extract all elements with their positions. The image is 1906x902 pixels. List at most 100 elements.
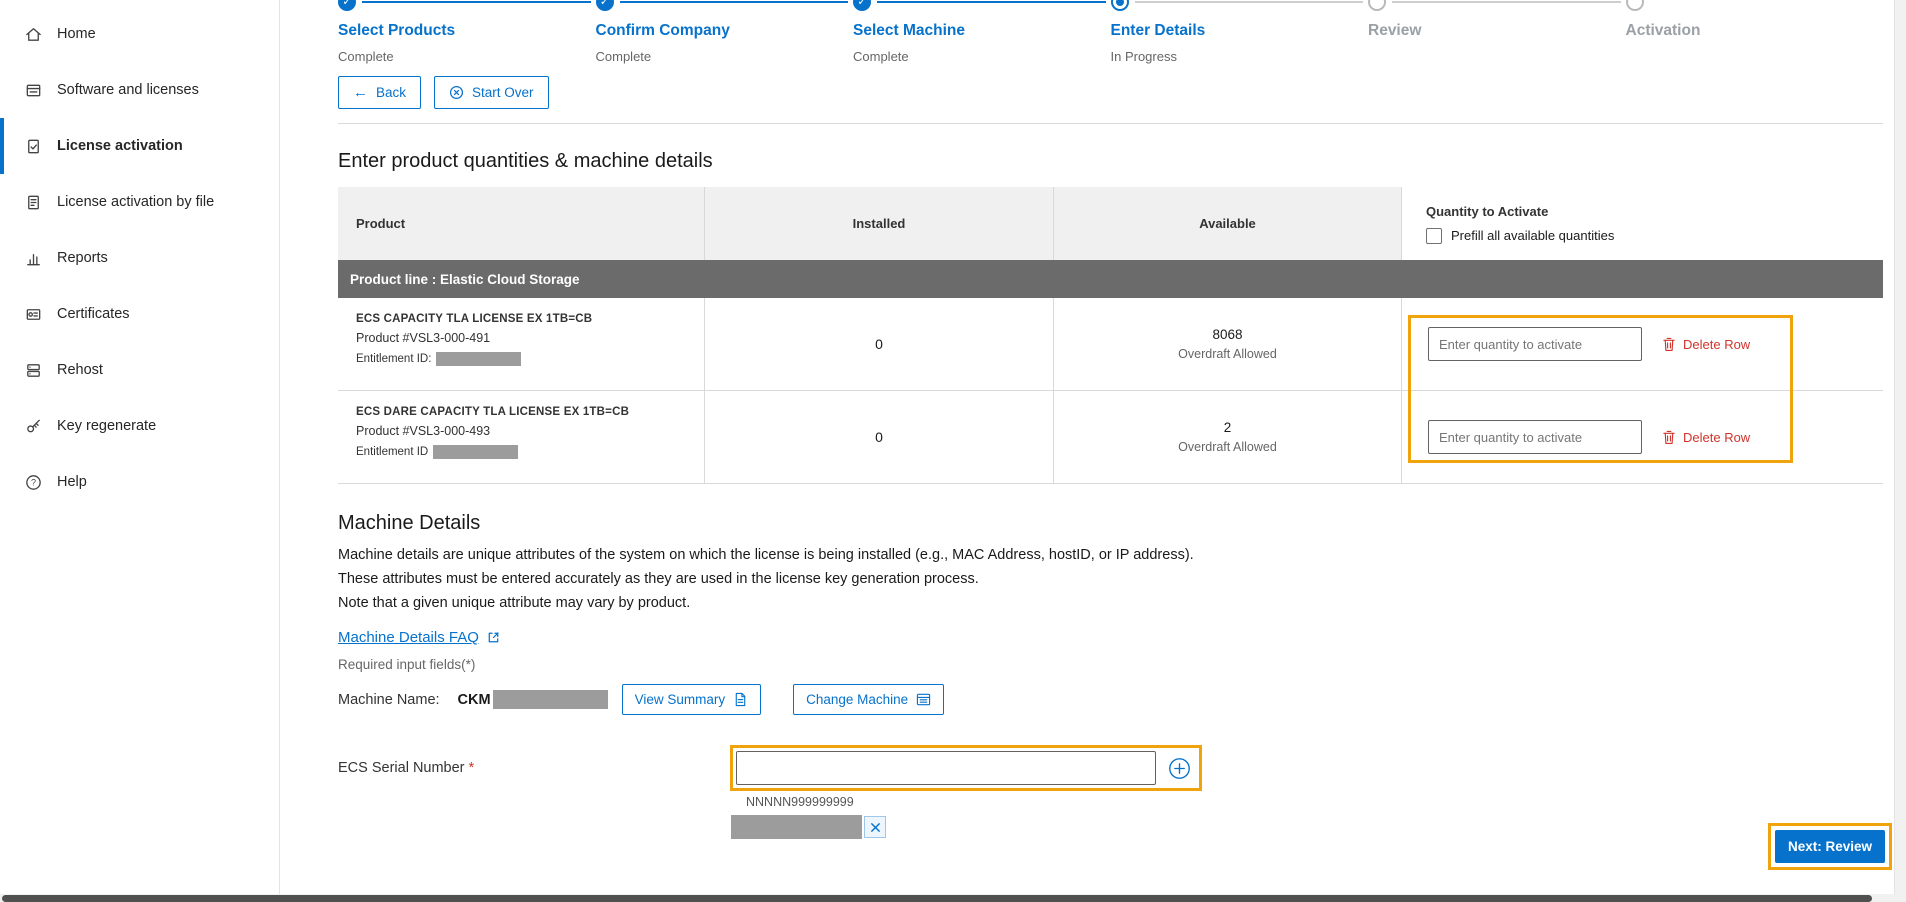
step-connector [620, 1, 849, 3]
serial-number-label: ECS Serial Number * [338, 760, 730, 776]
quantity-cell: Delete Row [1402, 298, 1883, 390]
remove-serial-button[interactable] [864, 816, 886, 838]
product-cell: ECS CAPACITY TLA LICENSE EX 1TB=CB Produ… [338, 298, 705, 390]
required-asterisk: * [469, 760, 475, 776]
back-button[interactable]: ← Back [338, 76, 421, 109]
product-name: ECS CAPACITY TLA LICENSE EX 1TB=CB [356, 313, 688, 325]
serial-format-hint: NNNNN999999999 [746, 795, 1894, 809]
sidebar-item-label: Software and licenses [57, 82, 199, 98]
view-summary-button[interactable]: View Summary [622, 684, 762, 715]
step-label: Select Machine [853, 22, 1111, 40]
sidebar-item-label: Certificates [57, 306, 130, 322]
machine-details-description: Machine details are unique attributes of… [338, 543, 1894, 615]
step-connector [877, 1, 1106, 3]
machine-details-faq-link[interactable]: Machine Details FAQ [338, 629, 501, 646]
step-complete-icon: ✓ [338, 0, 356, 11]
software-licenses-icon [24, 81, 43, 100]
available-value: 8068 [1212, 327, 1242, 342]
step-label: Confirm Company [596, 22, 854, 40]
vertical-scrollbar[interactable] [1894, 0, 1906, 894]
trash-icon [1662, 430, 1676, 445]
prefill-label: Prefill all available quantities [1451, 228, 1614, 243]
available-cell: 8068 Overdraft Allowed [1054, 298, 1402, 390]
delete-row-button[interactable]: Delete Row [1662, 430, 1750, 445]
horizontal-scrollbar-thumb[interactable] [2, 895, 1872, 902]
rehost-icon [24, 361, 43, 380]
description-line: Machine details are unique attributes of… [338, 543, 1894, 567]
delete-row-button[interactable]: Delete Row [1662, 337, 1750, 352]
step-complete-icon: ✓ [596, 0, 614, 11]
product-line-group-header: Product line : Elastic Cloud Storage [338, 260, 1883, 298]
arrow-left-icon: ← [353, 85, 368, 100]
machine-name-label: Machine Name: [338, 692, 440, 708]
step-upcoming-icon [1626, 0, 1644, 11]
delete-row-label: Delete Row [1683, 430, 1750, 445]
document-icon [733, 692, 748, 707]
serial-number-input[interactable] [736, 751, 1156, 785]
quantity-input[interactable] [1428, 420, 1642, 454]
sidebar-item-label: Rehost [57, 362, 103, 378]
serial-number-row: ECS Serial Number * [338, 745, 1894, 791]
sidebar-item-license-activation[interactable]: License activation [0, 118, 279, 174]
step-status [1626, 49, 1884, 64]
home-icon [24, 25, 43, 44]
prefill-option: Prefill all available quantities [1426, 228, 1614, 244]
sidebar: Home Software and licenses License activ… [0, 0, 280, 894]
installed-cell: 0 [705, 298, 1054, 390]
page-title: Enter product quantities & machine detai… [338, 150, 1894, 173]
product-number: Product #VSL3-000-491 [356, 331, 688, 345]
sidebar-item-key-regenerate[interactable]: Key regenerate [0, 398, 279, 454]
license-activation-icon [24, 137, 43, 156]
prefill-checkbox[interactable] [1426, 228, 1442, 244]
sidebar-item-home[interactable]: Home [0, 6, 279, 62]
svg-text:?: ? [31, 477, 36, 487]
step-label: Enter Details [1111, 22, 1369, 40]
circle-x-icon [449, 85, 464, 100]
description-line: Note that a given unique attribute may v… [338, 591, 1894, 615]
next-button-highlight: Next: Review [1768, 823, 1892, 870]
sidebar-item-label: Reports [57, 250, 108, 266]
step-enter-details: Enter Details In Progress [1111, 0, 1369, 64]
start-over-button[interactable]: Start Over [434, 76, 549, 109]
sidebar-item-label: Help [57, 474, 87, 490]
next-button-row: Next: Review [338, 823, 1894, 870]
step-label: Select Products [338, 22, 596, 40]
wizard-toolbar: ← Back Start Over [338, 76, 1894, 109]
sidebar-item-rehost[interactable]: Rehost [0, 342, 279, 398]
step-activation: Activation [1626, 0, 1884, 64]
next-review-button[interactable]: Next: Review [1775, 830, 1885, 863]
entitlement-row: Entitlement ID: [356, 352, 688, 366]
quantity-input[interactable] [1428, 327, 1642, 361]
change-machine-button[interactable]: Change Machine [793, 684, 944, 715]
table-row: ECS CAPACITY TLA LICENSE EX 1TB=CB Produ… [338, 298, 1883, 391]
step-status: Complete [853, 49, 1111, 64]
serial-value-redacted [731, 815, 862, 839]
step-status: Complete [338, 49, 596, 64]
close-x-icon [870, 822, 881, 833]
certificates-icon [24, 305, 43, 324]
step-status: In Progress [1111, 49, 1369, 64]
section-divider [338, 123, 1883, 124]
back-button-label: Back [376, 86, 406, 100]
reports-icon [24, 249, 43, 268]
sidebar-item-label: Home [57, 26, 96, 42]
entitlement-row: Entitlement ID [356, 445, 688, 459]
step-current-icon [1111, 0, 1129, 11]
entitlement-id-redacted [436, 352, 521, 366]
horizontal-scrollbar-track [0, 894, 1906, 902]
wizard-stepper: ✓ Select Products Complete ✓ Confirm Com… [338, 0, 1883, 64]
sidebar-item-help[interactable]: ? Help [0, 454, 279, 510]
sidebar-item-label: License activation [57, 138, 183, 154]
sidebar-item-certificates[interactable]: Certificates [0, 286, 279, 342]
available-value: 2 [1224, 420, 1232, 435]
sidebar-item-license-activation-by-file[interactable]: License activation by file [0, 174, 279, 230]
view-summary-label: View Summary [635, 693, 726, 707]
column-header-product: Product [338, 187, 705, 260]
product-name: ECS DARE CAPACITY TLA LICENSE EX 1TB=CB [356, 406, 688, 418]
entitlement-label: Entitlement ID [356, 446, 428, 458]
machine-name-row: Machine Name: CKM View Summary Change Ma… [338, 684, 1894, 715]
sidebar-item-software-and-licenses[interactable]: Software and licenses [0, 62, 279, 118]
add-serial-button[interactable] [1168, 757, 1191, 780]
sidebar-item-reports[interactable]: Reports [0, 230, 279, 286]
machine-icon [916, 692, 931, 707]
